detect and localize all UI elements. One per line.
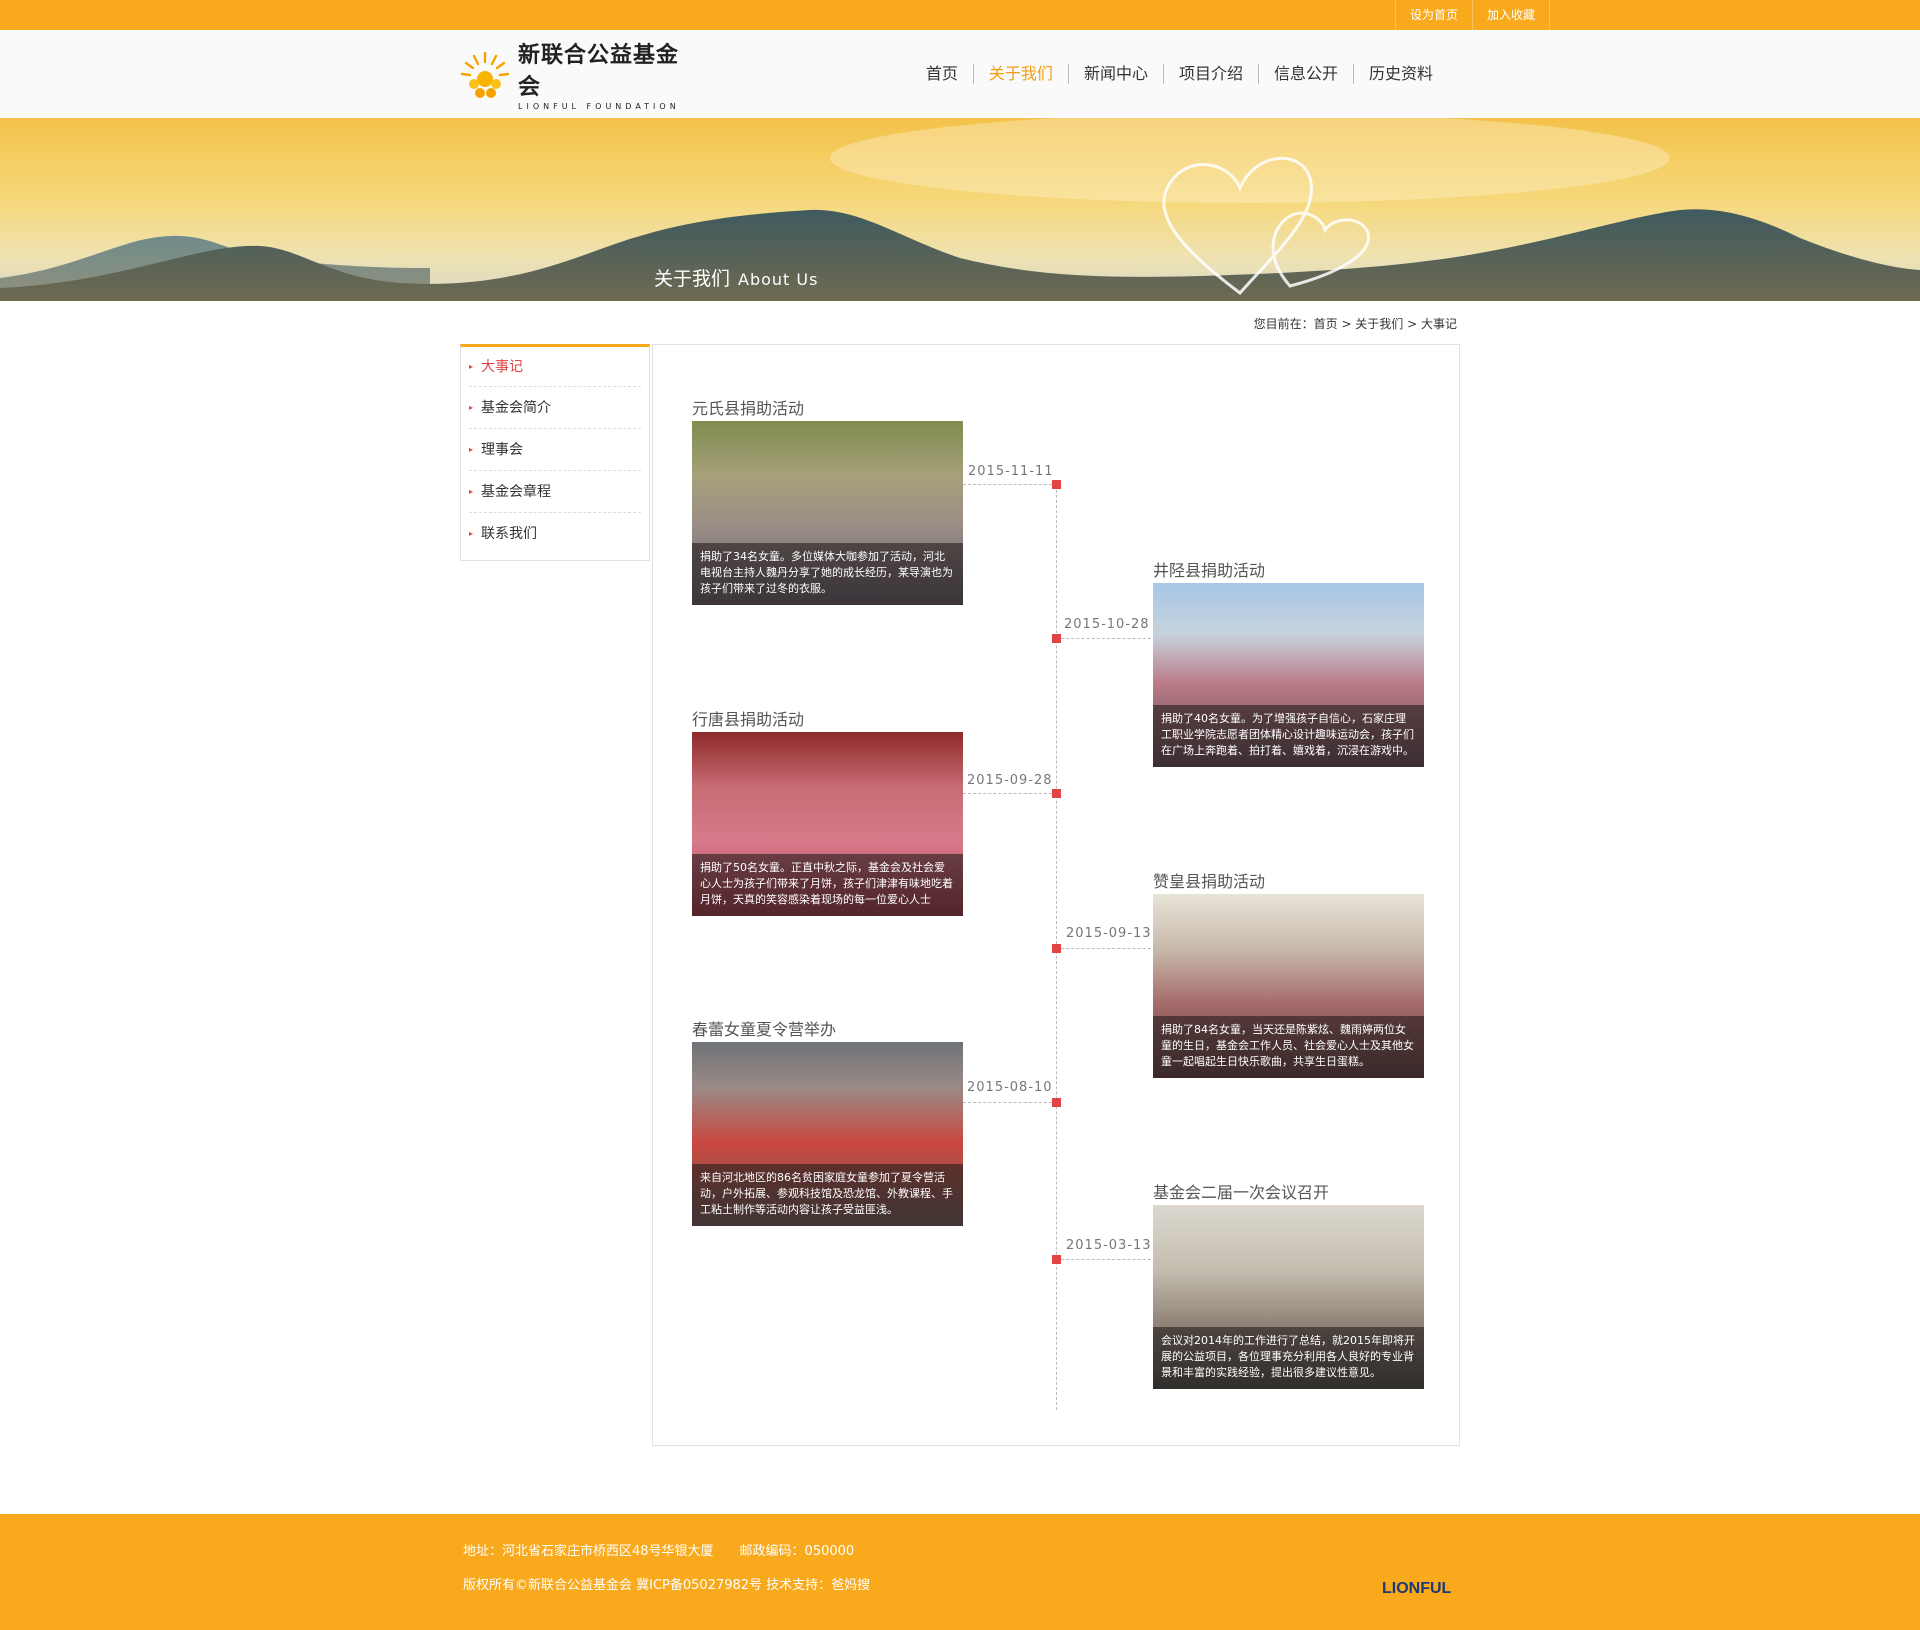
connector-line (963, 1102, 1052, 1103)
footer: 地址：河北省石家庄市桥西区48号华银大厦 邮政编码：050000 版权所有©新联… (0, 1514, 1920, 1630)
event-photo[interactable]: 会议对2014年的工作进行了总结，就2015年即将开展的公益项目，各位理事充分利… (1153, 1205, 1424, 1389)
event-title[interactable]: 春蕾女童夏令营举办 (692, 1016, 836, 1040)
event-date: 2015-11-11 (968, 464, 1054, 479)
banner-title-cn: 关于我们 (654, 268, 731, 290)
logo-en-text: LIONFUL FOUNDATION (518, 102, 680, 111)
sidebar-item-contact[interactable]: ▸ 联系我们 (469, 513, 641, 555)
mountain-hearts-image (0, 118, 1920, 301)
connector-line (1061, 948, 1151, 949)
event-title[interactable]: 赞皇县捐助活动 (1153, 868, 1265, 892)
timeline-node (1052, 1098, 1061, 1107)
nav-item-projects[interactable]: 项目介绍 (1162, 64, 1258, 84)
event-photo[interactable]: 捐助了34名女童。多位媒体大咖参加了活动，河北电视台主持人魏丹分享了她的成长经历… (692, 421, 963, 605)
event-photo[interactable]: 捐助了40名女童。为了增强孩子自信心，石家庄理工职业学院志愿者团体精心设计趣味运… (1153, 583, 1424, 767)
set-homepage-link[interactable]: 设为首页 (1394, 0, 1472, 30)
breadcrumb: 您目前在：首页 > 关于我们 > 大事记 (1253, 317, 1457, 331)
event-title[interactable]: 基金会二届一次会议召开 (1153, 1179, 1329, 1203)
event-photo[interactable]: 捐助了50名女童。正直中秋之际，基金会及社会爱心人士为孩子们带来了月饼，孩子们津… (692, 732, 963, 916)
banner-title-en: About Us (738, 270, 819, 289)
event-caption: 捐助了50名女童。正直中秋之际，基金会及社会爱心人士为孩子们带来了月饼，孩子们津… (692, 854, 963, 916)
sidebar-item-milestones[interactable]: ▸ 大事记 (469, 347, 641, 387)
timeline-node (1052, 634, 1061, 643)
nav-item-home[interactable]: 首页 (911, 64, 973, 84)
add-favorite-link[interactable]: 加入收藏 (1471, 0, 1550, 30)
event-date: 2015-08-10 (967, 1080, 1053, 1095)
sidebar-item-label: 基金会章程 (481, 484, 551, 500)
connector-line (1061, 638, 1151, 639)
site-logo[interactable]: 新联合公益基金会 LIONFUL FOUNDATION (460, 42, 700, 111)
nav-item-history[interactable]: 历史资料 (1352, 64, 1448, 84)
footer-address: 地址：河北省石家庄市桥西区48号华银大厦 邮政编码：050000 (463, 1544, 855, 1559)
sidebar-item-label: 联系我们 (481, 526, 537, 542)
banner-title: 关于我们 About Us (654, 264, 818, 291)
sidebar: ▸ 大事记 ▸ 基金会简介 ▸ 理事会 ▸ 基金会章程 ▸ 联系我们 (460, 344, 650, 561)
event-title[interactable]: 行唐县捐助活动 (692, 706, 804, 730)
timeline-node (1052, 944, 1061, 953)
footer-logo: LIONFUL (1382, 1580, 1452, 1597)
event-date: 2015-03-13 (1066, 1238, 1152, 1253)
page-banner: 关于我们 About Us (0, 118, 1920, 301)
nav-item-disclosure[interactable]: 信息公开 (1257, 64, 1353, 84)
sun-logo-icon (460, 49, 510, 99)
event-title[interactable]: 井陉县捐助活动 (1153, 557, 1265, 581)
nav-item-about[interactable]: 关于我们 (972, 64, 1068, 84)
sidebar-item-charter[interactable]: ▸ 基金会章程 (469, 471, 641, 513)
timeline-node (1052, 1255, 1061, 1264)
event-caption: 捐助了40名女童。为了增强孩子自信心，石家庄理工职业学院志愿者团体精心设计趣味运… (1153, 705, 1424, 767)
arrow-icon: ▸ (469, 487, 474, 496)
connector-line (1061, 1259, 1151, 1260)
sidebar-item-council[interactable]: ▸ 理事会 (469, 429, 641, 471)
event-caption: 捐助了34名女童。多位媒体大咖参加了活动，河北电视台主持人魏丹分享了她的成长经历… (692, 543, 963, 605)
arrow-icon: ▸ (469, 362, 474, 371)
event-photo[interactable]: 捐助了84名女童，当天还是陈紫炫、魏雨婷两位女童的生日，基金会工作人员、社会爱心… (1153, 894, 1424, 1078)
timeline-node (1052, 480, 1061, 489)
sidebar-item-intro[interactable]: ▸ 基金会简介 (469, 387, 641, 429)
top-links: 设为首页 加入收藏 (1394, 0, 1550, 30)
top-bar: 设为首页 加入收藏 (0, 0, 1920, 30)
connector-line (963, 793, 1052, 794)
main-nav: 首页 关于我们 新闻中心 项目介绍 信息公开 历史资料 (911, 30, 1448, 118)
event-date: 2015-09-28 (967, 773, 1053, 788)
connector-line (963, 484, 1052, 485)
arrow-icon: ▸ (469, 403, 474, 412)
nav-item-news[interactable]: 新闻中心 (1067, 64, 1163, 84)
arrow-icon: ▸ (469, 529, 474, 538)
event-caption: 捐助了84名女童，当天还是陈紫炫、魏雨婷两位女童的生日，基金会工作人员、社会爱心… (1153, 1016, 1424, 1078)
event-caption: 会议对2014年的工作进行了总结，就2015年即将开展的公益项目，各位理事充分利… (1153, 1327, 1424, 1389)
event-photo[interactable]: 来自河北地区的86名贫困家庭女童参加了夏令营活动，户外拓展、参观科技馆及恐龙馆、… (692, 1042, 963, 1226)
footer-copyright: 版权所有©新联合公益基金会 冀ICP备05027982号 技术支持：爸妈搜 (463, 1578, 871, 1593)
sidebar-item-label: 大事记 (481, 359, 523, 375)
arrow-icon: ▸ (469, 445, 474, 454)
event-caption: 来自河北地区的86名贫困家庭女童参加了夏令营活动，户外拓展、参观科技馆及恐龙馆、… (692, 1164, 963, 1226)
event-title[interactable]: 元氏县捐助活动 (692, 395, 804, 419)
sidebar-item-label: 理事会 (481, 442, 523, 458)
sidebar-item-label: 基金会简介 (481, 400, 551, 416)
logo-cn-text: 新联合公益基金会 (518, 42, 680, 100)
timeline-node (1052, 789, 1061, 798)
event-date: 2015-10-28 (1064, 617, 1150, 632)
event-date: 2015-09-13 (1066, 926, 1152, 941)
header: 新联合公益基金会 LIONFUL FOUNDATION 首页 关于我们 新闻中心… (0, 30, 1920, 118)
